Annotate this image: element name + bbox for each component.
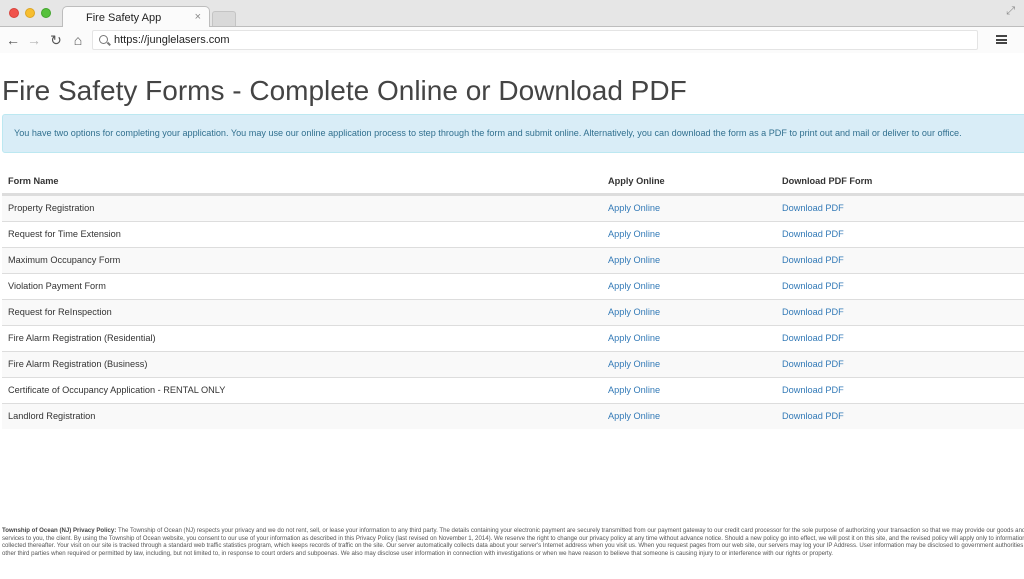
url-text[interactable]: https://junglelasers.com	[114, 34, 230, 46]
page-title: Fire Safety Forms - Complete Online or D…	[2, 75, 687, 106]
apply-online-link[interactable]: Apply Online	[608, 411, 660, 421]
apply-online-link[interactable]: Apply Online	[608, 255, 660, 265]
forward-arrow-icon[interactable]: →	[26, 31, 42, 49]
back-arrow-icon[interactable]: ←	[5, 31, 21, 49]
page-content: Fire Safety Forms - Complete Online or D…	[0, 54, 1024, 579]
tab-strip: Fire Safety App × ⤢	[0, 0, 1024, 28]
address-bar[interactable]: https://junglelasers.com	[92, 30, 978, 50]
form-name: Fire Alarm Registration (Business)	[8, 359, 148, 369]
header-apply-online: Apply Online	[608, 176, 665, 186]
privacy-policy-footer: Township of Ocean (NJ) Privacy Policy: T…	[2, 527, 1024, 567]
apply-online-link[interactable]: Apply Online	[608, 385, 660, 395]
form-name: Request for Time Extension	[8, 229, 121, 239]
header-download-pdf: Download PDF Form	[782, 176, 873, 186]
table-header: Form Name Apply Online Download PDF Form	[2, 167, 1024, 195]
home-icon[interactable]: ⌂	[70, 31, 86, 49]
form-name: Request for ReInspection	[8, 307, 112, 317]
table-row: Maximum Occupancy Form Apply Online Downlo…	[2, 247, 1024, 273]
table-row: Property Registration Apply Online Downloa…	[2, 195, 1024, 221]
info-alert: You have two options for completing your…	[2, 114, 1024, 153]
close-window-button[interactable]	[9, 8, 19, 18]
apply-online-link[interactable]: Apply Online	[608, 333, 660, 343]
download-pdf-link[interactable]: Download PDF	[782, 281, 844, 291]
tab-title: Fire Safety App	[86, 12, 162, 24]
privacy-policy-heading: Township of Ocean (NJ) Privacy Policy:	[2, 527, 117, 534]
form-name: Property Registration	[8, 203, 95, 213]
table-row: Request for ReInspection Apply Online Down…	[2, 299, 1024, 325]
apply-online-link[interactable]: Apply Online	[608, 229, 660, 239]
form-name: Fire Alarm Registration (Residential)	[8, 333, 156, 343]
alert-text: You have two options for completing your…	[14, 128, 962, 138]
table-row: Landlord Registration Apply Online Downloa…	[2, 403, 1024, 429]
apply-online-link[interactable]: Apply Online	[608, 359, 660, 369]
browser-menu-icon[interactable]	[996, 35, 1007, 44]
reload-icon[interactable]: ↻	[48, 31, 64, 49]
minimize-window-button[interactable]	[25, 8, 35, 18]
form-name: Landlord Registration	[8, 411, 96, 421]
maximize-window-button[interactable]	[41, 8, 51, 18]
download-pdf-link[interactable]: Download PDF	[782, 359, 844, 369]
privacy-policy-text: The Township of Ocean (NJ) respects your…	[2, 527, 1024, 557]
download-pdf-link[interactable]: Download PDF	[782, 411, 844, 421]
download-pdf-link[interactable]: Download PDF	[782, 333, 844, 343]
download-pdf-link[interactable]: Download PDF	[782, 255, 844, 265]
browser-toolbar: ← → ↻ ⌂ https://junglelasers.com	[0, 27, 1024, 53]
forms-table: Form Name Apply Online Download PDF Form…	[2, 167, 1024, 429]
form-name: Certificate of Occupancy Application - R…	[8, 385, 226, 395]
browser-chrome: Fire Safety App × ⤢ ← → ↻ ⌂ https://jung…	[0, 0, 1024, 53]
table-row: Violation Payment Form Apply Online Downlo…	[2, 273, 1024, 299]
header-form-name: Form Name	[8, 176, 59, 186]
new-tab-button[interactable]	[212, 11, 236, 26]
form-name: Maximum Occupancy Form	[8, 255, 121, 265]
apply-online-link[interactable]: Apply Online	[608, 203, 660, 213]
browser-tab[interactable]: Fire Safety App ×	[62, 6, 210, 28]
fullscreen-icon[interactable]: ⤢	[1006, 5, 1015, 18]
search-icon	[99, 35, 108, 44]
download-pdf-link[interactable]: Download PDF	[782, 385, 844, 395]
table-row: Certificate of Occupancy Application - R…	[2, 377, 1024, 403]
table-row: Request for Time Extension Apply Online Do…	[2, 221, 1024, 247]
download-pdf-link[interactable]: Download PDF	[782, 307, 844, 317]
apply-online-link[interactable]: Apply Online	[608, 281, 660, 291]
download-pdf-link[interactable]: Download PDF	[782, 203, 844, 213]
tab-close-icon[interactable]: ×	[195, 11, 201, 23]
table-row: Fire Alarm Registration (Business) Apply …	[2, 351, 1024, 377]
apply-online-link[interactable]: Apply Online	[608, 307, 660, 317]
table-row: Fire Alarm Registration (Residential) App…	[2, 325, 1024, 351]
form-name: Violation Payment Form	[8, 281, 106, 291]
download-pdf-link[interactable]: Download PDF	[782, 229, 844, 239]
